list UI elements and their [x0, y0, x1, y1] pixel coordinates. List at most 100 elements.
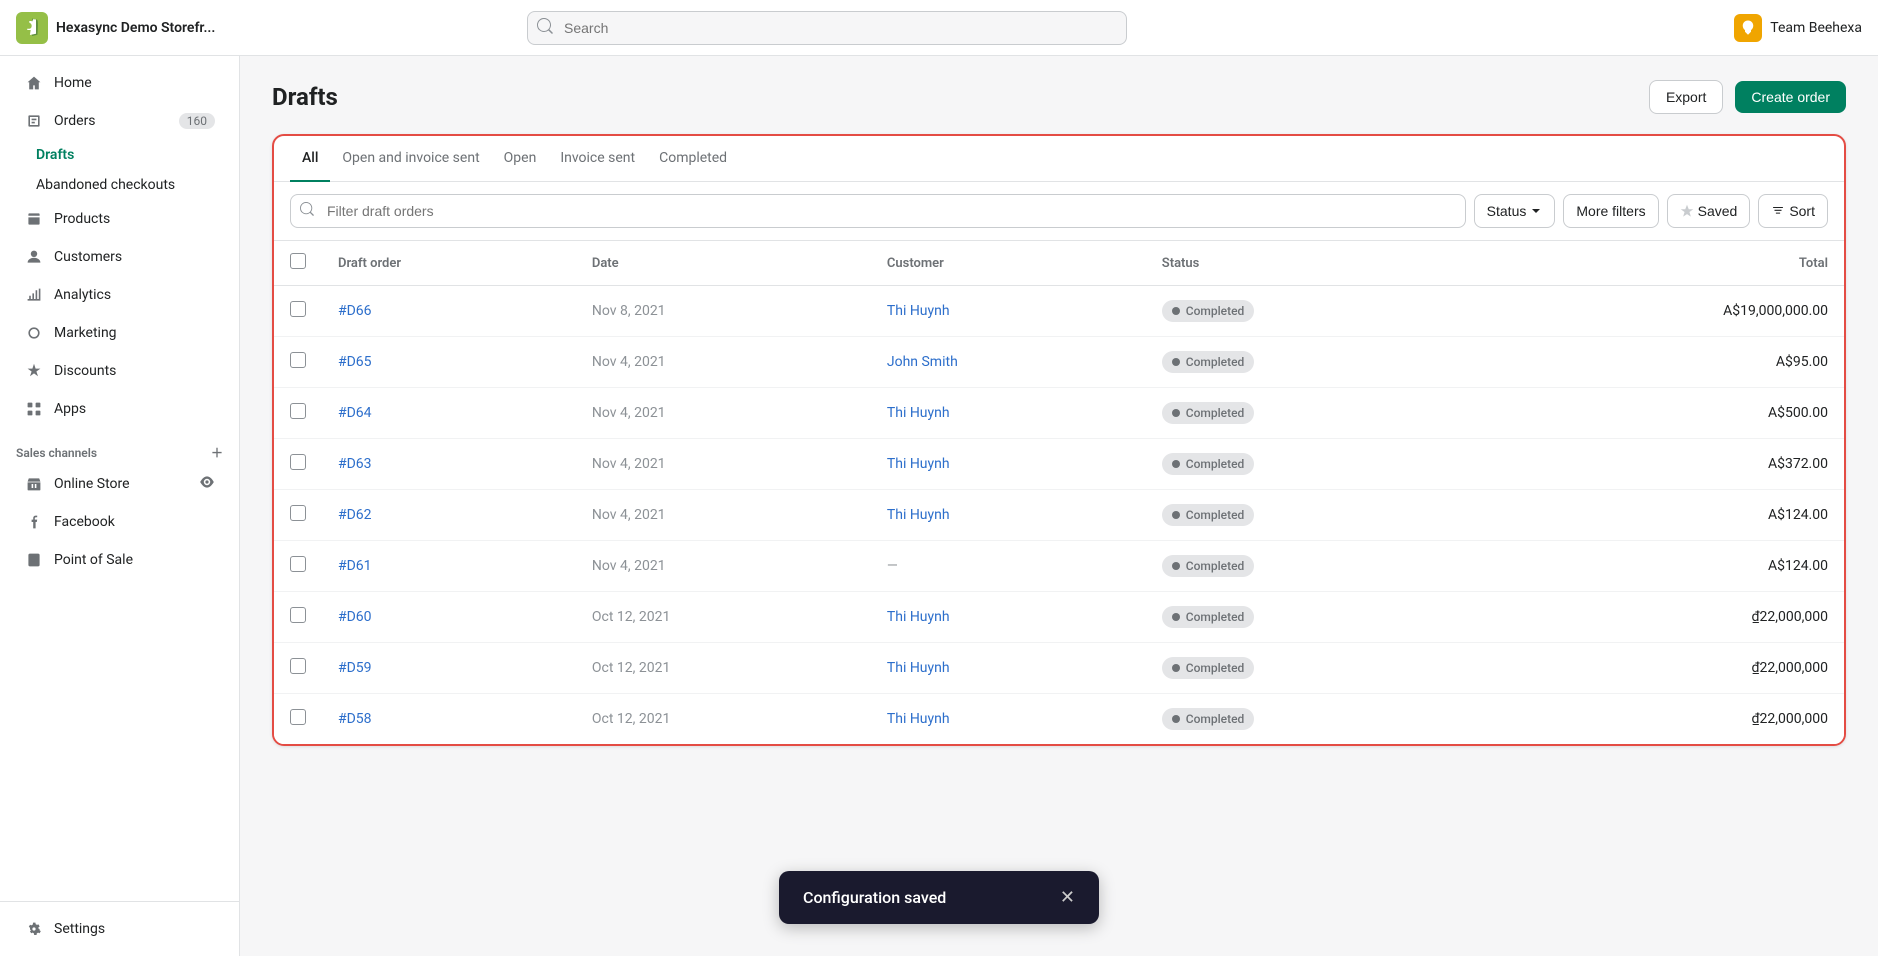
sidebar-label-discounts: Discounts: [54, 363, 116, 379]
row-checkbox-3[interactable]: [290, 454, 306, 470]
draft-order-date: Nov 4, 2021: [576, 439, 871, 490]
sidebar-label-orders: Orders: [54, 113, 96, 129]
sidebar-item-point-of-sale[interactable]: Point of Sale: [8, 542, 231, 578]
marketing-icon: [24, 323, 44, 343]
row-checkbox-5[interactable]: [290, 556, 306, 572]
draft-order-id[interactable]: #D61: [322, 541, 576, 592]
top-nav-right: Team Beehexa: [1734, 14, 1862, 42]
sidebar-item-discounts[interactable]: Discounts: [8, 353, 231, 389]
search-bar: [527, 11, 1127, 45]
tab-all[interactable]: All: [290, 136, 330, 182]
draft-order-total: ₫22,000,000: [1478, 643, 1844, 694]
row-checkbox-2[interactable]: [290, 403, 306, 419]
select-all-checkbox[interactable]: [290, 253, 306, 269]
home-icon: [24, 73, 44, 93]
toast-close-button[interactable]: ✕: [1060, 887, 1075, 908]
draft-order-date: Nov 4, 2021: [576, 541, 871, 592]
sidebar-label-drafts: Drafts: [36, 147, 74, 163]
table-row: #D58 Oct 12, 2021 Thi Huynh Completed ₫2…: [274, 694, 1844, 745]
tab-open-invoice[interactable]: Open and invoice sent: [330, 136, 491, 182]
sidebar-label-home: Home: [54, 75, 92, 91]
draft-order-customer: —: [871, 541, 1146, 592]
row-checkbox-8[interactable]: [290, 709, 306, 725]
sidebar-item-settings[interactable]: Settings: [8, 911, 231, 947]
draft-order-status: Completed: [1146, 592, 1479, 643]
draft-order-customer[interactable]: John Smith: [871, 337, 1146, 388]
sales-channels-label: Sales channels: [16, 446, 97, 460]
draft-order-customer[interactable]: Thi Huynh: [871, 490, 1146, 541]
sidebar-label-pos: Point of Sale: [54, 552, 133, 568]
draft-order-id[interactable]: #D60: [322, 592, 576, 643]
draft-order-status: Completed: [1146, 388, 1479, 439]
tab-bar: All Open and invoice sent Open Invoice s…: [274, 136, 1844, 182]
sort-button[interactable]: Sort: [1758, 194, 1828, 228]
toast-notification: Configuration saved ✕: [779, 871, 1099, 924]
sales-channels-section: Sales channels ＋: [0, 428, 239, 465]
customers-icon: [24, 247, 44, 267]
apps-icon: [24, 399, 44, 419]
draft-order-customer[interactable]: Thi Huynh: [871, 643, 1146, 694]
store-name: Hexasync Demo Storefr...: [56, 20, 215, 36]
draft-order-customer[interactable]: Thi Huynh: [871, 592, 1146, 643]
page-actions: Export Create order: [1649, 80, 1846, 114]
sidebar-item-marketing[interactable]: Marketing: [8, 315, 231, 351]
sidebar-item-products[interactable]: Products: [8, 201, 231, 237]
sidebar-item-orders[interactable]: Orders 160: [8, 103, 231, 139]
draft-order-id[interactable]: #D59: [322, 643, 576, 694]
draft-order-id[interactable]: #D62: [322, 490, 576, 541]
draft-order-date: Nov 4, 2021: [576, 337, 871, 388]
draft-order-id[interactable]: #D65: [322, 337, 576, 388]
sidebar-item-drafts[interactable]: Drafts: [36, 141, 231, 169]
filter-input[interactable]: [290, 194, 1466, 228]
draft-order-id[interactable]: #D66: [322, 286, 576, 337]
more-filters-button[interactable]: More filters: [1563, 194, 1658, 228]
add-sales-channel-button[interactable]: ＋: [211, 444, 223, 461]
sidebar-item-facebook[interactable]: Facebook: [8, 504, 231, 540]
draft-order-date: Oct 12, 2021: [576, 592, 871, 643]
col-total: Total: [1478, 241, 1844, 286]
chevron-down-icon: [1530, 205, 1542, 217]
create-order-button[interactable]: Create order: [1735, 81, 1846, 113]
sidebar-item-analytics[interactable]: Analytics: [8, 277, 231, 313]
draft-order-customer[interactable]: Thi Huynh: [871, 388, 1146, 439]
row-checkbox-6[interactable]: [290, 607, 306, 623]
saved-button[interactable]: Saved: [1667, 194, 1751, 228]
sidebar-item-customers[interactable]: Customers: [8, 239, 231, 275]
store-logo[interactable]: Hexasync Demo Storefr...: [16, 12, 215, 44]
export-button[interactable]: Export: [1649, 80, 1723, 114]
draft-order-id[interactable]: #D63: [322, 439, 576, 490]
sidebar-label-customers: Customers: [54, 249, 122, 265]
discounts-icon: [24, 361, 44, 381]
draft-order-status: Completed: [1146, 643, 1479, 694]
main-content: Drafts Export Create order All Open and …: [240, 56, 1878, 956]
draft-order-customer[interactable]: Thi Huynh: [871, 694, 1146, 745]
row-checkbox-1[interactable]: [290, 352, 306, 368]
draft-order-id[interactable]: #D58: [322, 694, 576, 745]
table-row: #D59 Oct 12, 2021 Thi Huynh Completed ₫2…: [274, 643, 1844, 694]
row-checkbox-7[interactable]: [290, 658, 306, 674]
col-date: Date: [576, 241, 871, 286]
sidebar-item-online-store[interactable]: Online Store: [8, 466, 231, 502]
drafts-table: Draft order Date Customer Status Total: [274, 241, 1844, 744]
draft-order-total: A$372.00: [1478, 439, 1844, 490]
draft-order-customer[interactable]: Thi Huynh: [871, 439, 1146, 490]
row-checkbox-0[interactable]: [290, 301, 306, 317]
sidebar-item-home[interactable]: Home: [8, 65, 231, 101]
sidebar-item-abandoned[interactable]: Abandoned checkouts: [36, 171, 231, 199]
row-checkbox-4[interactable]: [290, 505, 306, 521]
search-input[interactable]: [527, 11, 1127, 45]
tab-open[interactable]: Open: [492, 136, 549, 182]
draft-order-customer[interactable]: Thi Huynh: [871, 286, 1146, 337]
tab-completed[interactable]: Completed: [647, 136, 739, 182]
sidebar-item-apps[interactable]: Apps: [8, 391, 231, 427]
col-status: Status: [1146, 241, 1479, 286]
team-selector[interactable]: Team Beehexa: [1734, 14, 1862, 42]
draft-order-id[interactable]: #D64: [322, 388, 576, 439]
table-row: #D61 Nov 4, 2021 — Completed A$124.00: [274, 541, 1844, 592]
col-draft-order: Draft order: [322, 241, 576, 286]
status-filter-button[interactable]: Status: [1474, 194, 1556, 228]
online-store-eye-icon: [199, 474, 215, 494]
analytics-icon: [24, 285, 44, 305]
top-navigation: Hexasync Demo Storefr... Team Beehexa: [0, 0, 1878, 56]
tab-invoice-sent[interactable]: Invoice sent: [548, 136, 647, 182]
